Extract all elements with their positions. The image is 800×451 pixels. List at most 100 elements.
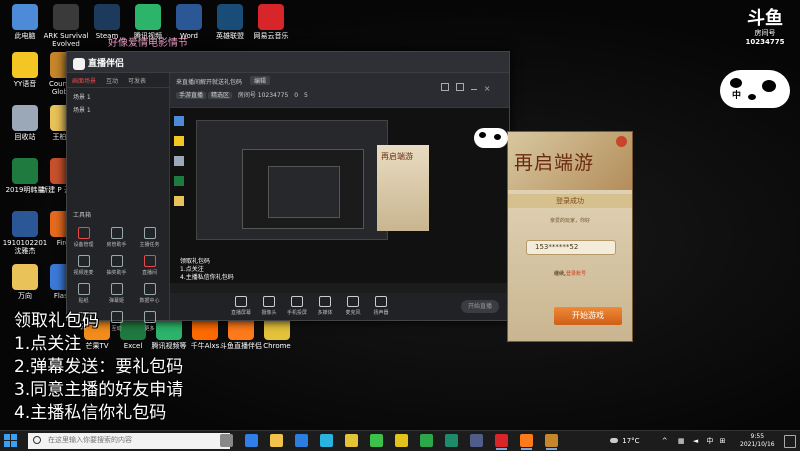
source-button[interactable]: 摄像头 [256,296,282,316]
stream-app-title: 直播伴侣 [88,59,125,69]
tool-label: 直播间 [141,270,157,276]
source-label: 扬声器 [373,310,389,316]
room-meta: 房间号 10234775 [237,92,289,99]
account-phone: 153******52 [526,240,616,255]
tool-icon [143,227,156,239]
weather-temp[interactable]: 17°C [622,437,639,445]
folder-icon [12,264,38,290]
room-label: 房间号 [754,29,776,37]
window-controls[interactable]: × [441,83,501,93]
start-live-button[interactable]: 开始直播 [461,300,499,313]
source-button[interactable]: 手机投屏 [284,296,310,316]
netease-music-icon[interactable] [495,434,508,450]
stream-app-titlebar[interactable]: 直播伴侣 [67,52,509,73]
shortcut-label: 网易云音乐 [253,32,289,40]
app-icon[interactable] [420,434,433,447]
douyu-helper-icon[interactable] [520,434,533,450]
network-icon[interactable]: ▦ [678,437,685,445]
desktop-shortcut[interactable]: 网易云音乐 [248,4,294,40]
desktop-shortcut[interactable]: 英雄联盟 [207,4,253,40]
game-login-window[interactable]: 再启端游 登录成功 亲爱的玩家，你好 153******52 继续,登录账号 开… [507,131,633,342]
app-icon[interactable] [395,434,408,447]
yy-icon [12,52,38,78]
close-icon[interactable]: × [484,84,491,93]
taskbar: 17°C ^ ▦ ◄ 中 ⊞ 9:55 2021/10/16 [0,430,800,451]
mail-icon[interactable] [295,434,308,447]
edge-icon[interactable] [320,434,333,447]
stream-app-window[interactable]: 直播伴侣 画面场景 互动 可发表 场景 1 场景 1 工具箱 设备管理 房管助手 主播任务… [66,51,510,332]
tag[interactable]: 手游直播 [176,92,207,99]
stream-app-sidebar: 画面场景 互动 可发表 场景 1 场景 1 工具箱 设备管理 房管助手 主播任务 视频连麦 抽… [67,73,170,332]
source-icon [235,296,247,307]
tool-label: 主播任务 [139,242,160,248]
app-icon[interactable] [445,434,458,447]
toolbox-tool[interactable]: 直播间 [133,251,166,279]
chevron-up-icon[interactable]: ^ [662,437,668,445]
minimize-icon[interactable] [470,89,477,90]
scene-tabs: 画面场景 互动 可发表 [67,73,169,88]
switch-account-action[interactable]: 登录账号 [566,271,586,277]
douyu-room-badge: 斗鱼 房间号 10234775 [740,10,790,47]
shortcut-label: YY语音 [13,80,37,88]
toolbox-tool[interactable]: 弹幕姬 [100,279,133,307]
lol-icon [217,4,243,30]
recycle-bin-icon [12,105,38,131]
scene-tab[interactable]: 互动 [101,73,123,88]
game-icon[interactable] [545,434,558,450]
input-language[interactable]: 中 [706,437,713,445]
watermark-text: 好像爱情电影情节 [108,38,188,49]
shortcut-label: 2019明韩量 [5,186,45,194]
start-game-button[interactable]: 开始游戏 [554,307,622,325]
instruction-line: 4.主播私信你礼包码 [14,403,167,423]
wechat-icon[interactable] [370,434,383,447]
windows-start-icon[interactable] [4,434,18,448]
notification-icon[interactable] [784,435,796,448]
skin-icon[interactable] [441,83,449,91]
grid-icon[interactable]: ⊞ [720,437,726,445]
volume-icon[interactable]: ◄ [693,437,698,445]
scene-tab[interactable]: 可发表 [123,73,151,88]
instruction-line: 3.同意主播的好友申请 [14,380,184,400]
source-button[interactable]: 麦克风 [340,296,366,316]
clock[interactable]: 9:55 2021/10/16 [740,433,775,449]
task-view-icon[interactable] [220,434,233,447]
clock-date: 2021/10/16 [740,441,775,448]
tool-label: 抽奖助手 [106,270,127,276]
switch-account-link[interactable]: 继续,登录账号 [508,270,632,277]
settings-icon[interactable] [455,83,464,91]
toolbox-tool[interactable]: 数据中心 [133,279,166,307]
desktop-shortcut[interactable]: 此电脑 [2,4,48,40]
scene-item[interactable]: 场景 1 [67,101,169,114]
computer-icon [12,4,38,30]
toolbox-tool[interactable]: 房管助手 [100,223,133,251]
close-icon[interactable] [616,136,627,147]
taskbar-search-input[interactable] [28,433,230,449]
app-icon[interactable] [470,434,483,447]
source-button[interactable]: 扬声器 [368,296,394,316]
source-icon [319,296,331,307]
source-label: 多媒体 [317,310,333,316]
desktop-shortcut[interactable]: ARK Survival Evolved [43,4,89,48]
source-button[interactable]: 多媒体 [312,296,338,316]
toolbox-tool[interactable]: 贴纸 [67,279,100,307]
edit-room-button[interactable]: 编辑 [250,76,271,85]
tool-label: 弹幕姬 [108,298,124,304]
toolbox-tool[interactable]: 抽奖助手 [100,251,133,279]
tencent-video-icon [135,4,161,30]
weather-icon[interactable] [610,438,618,443]
toolbox-tool[interactable]: 视频连麦 [67,251,100,279]
file-explorer-icon[interactable] [270,434,283,447]
toolbox-tool[interactable]: 主播任务 [133,223,166,251]
l-app-icon[interactable] [245,434,258,447]
panda-mascot-small [474,128,508,148]
excel-file-icon [12,158,38,184]
tag[interactable]: 精选区 [207,92,232,99]
tool-icon [77,283,90,295]
chrome-icon[interactable] [345,434,358,447]
toolbox-tool[interactable]: 设备管理 [67,223,100,251]
fans-count: 0 [294,92,299,99]
system-tray: 17°C ^ ▦ ◄ 中 ⊞ [610,431,725,451]
scene-tab[interactable]: 画面场景 [67,73,101,88]
stream-preview[interactable]: 再启端游 领取礼包码 1.点关注 4.主播私信你礼包码 [170,108,509,293]
scene-item[interactable]: 场景 1 [67,88,169,101]
